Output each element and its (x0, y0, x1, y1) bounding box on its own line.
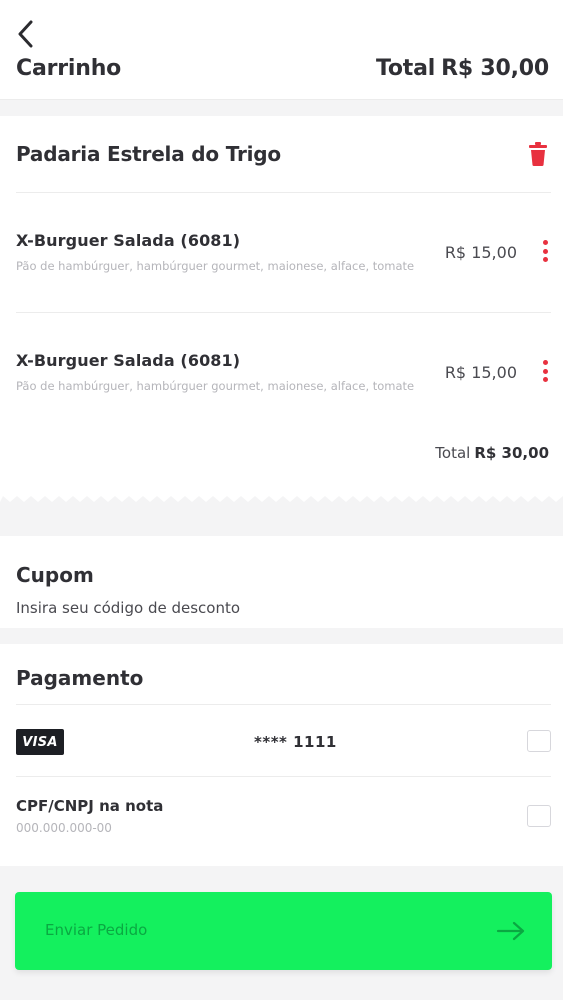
item-options-button[interactable] (539, 237, 551, 265)
item-description: Pão de hambúrguer, hambúrguer gourmet, m… (16, 379, 415, 393)
cart-item[interactable]: X-Burguer Salada (6081) Pão de hambúrgue… (16, 193, 551, 313)
cart-total: Total R$ 30,00 (435, 444, 549, 462)
item-options-button[interactable] (539, 357, 551, 385)
payment-card-row[interactable]: VISA **** 1111 (16, 704, 551, 776)
header-total: Total R$ 30,00 (376, 56, 549, 81)
more-vertical-icon (542, 240, 548, 262)
coupon-section[interactable]: Cupom Insira seu código de desconto (0, 536, 563, 628)
payment-section: Pagamento VISA **** 1111 CPF/CNPJ na not… (0, 644, 563, 866)
cart-total-label: Total (435, 444, 471, 462)
cart-card: Padaria Estrela do Trigo X-Burguer Salad… (0, 116, 563, 496)
more-vertical-icon (542, 360, 548, 382)
cpf-field[interactable] (16, 821, 256, 835)
send-order-button[interactable]: Enviar Pedido (15, 892, 552, 970)
page-title: Carrinho (16, 56, 122, 81)
send-order-label: Enviar Pedido (45, 921, 148, 939)
arrow-right-icon (496, 921, 525, 941)
store-row: Padaria Estrela do Trigo (16, 116, 551, 193)
item-name: X-Burguer Salada (6081) (16, 351, 241, 370)
chevron-left-icon (18, 20, 33, 48)
cart-total-value: R$ 30,00 (474, 444, 549, 462)
cart-item[interactable]: X-Burguer Salada (6081) Pão de hambúrgue… (16, 313, 551, 433)
cpf-label: CPF/CNPJ na nota (16, 797, 164, 815)
item-name: X-Burguer Salada (6081) (16, 231, 241, 250)
header-total-label: Total (375, 56, 436, 81)
card-checkbox[interactable] (527, 730, 551, 752)
header-total-value: R$ 30,00 (441, 56, 549, 81)
receipt-edge (0, 488, 563, 502)
item-description: Pão de hambúrguer, hambúrguer gourmet, m… (16, 259, 415, 273)
card-number: **** 1111 (254, 733, 337, 751)
header: Carrinho Total R$ 30,00 (0, 0, 563, 100)
store-name: Padaria Estrela do Trigo (16, 142, 281, 166)
back-button[interactable] (12, 18, 38, 50)
item-price: R$ 15,00 (444, 363, 517, 382)
item-price: R$ 15,00 (444, 243, 517, 262)
visa-logo: VISA (16, 729, 64, 755)
delete-store-button[interactable] (525, 140, 551, 168)
coupon-prompt: Insira seu código de desconto (16, 599, 241, 617)
cpf-row: CPF/CNPJ na nota (16, 776, 551, 866)
payment-title: Pagamento (16, 666, 144, 690)
coupon-title: Cupom (16, 563, 94, 587)
cpf-checkbox[interactable] (527, 805, 551, 827)
trash-icon (529, 142, 547, 166)
